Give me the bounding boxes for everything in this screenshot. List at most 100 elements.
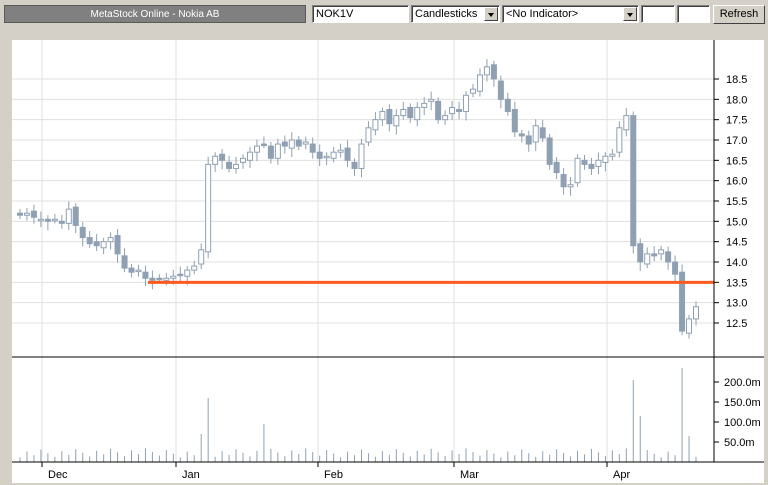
month-label: Apr <box>613 469 630 481</box>
price-tick-label: 15.0 <box>726 216 747 228</box>
month-label: Jan <box>182 469 200 481</box>
volume-bars <box>19 368 697 462</box>
candles <box>17 59 699 339</box>
candle-body <box>490 64 497 80</box>
candle-body <box>72 206 79 226</box>
candle-body <box>212 155 219 165</box>
candle-body <box>553 161 560 174</box>
candle-body <box>518 133 525 137</box>
candle-body <box>267 145 274 159</box>
candle-body <box>93 241 100 247</box>
candle-body <box>483 66 490 76</box>
candle-body <box>435 100 442 121</box>
candle-body <box>274 143 281 159</box>
candle-body <box>240 157 247 163</box>
candle-body <box>135 269 142 273</box>
price-tick-label: 13.5 <box>726 277 747 289</box>
candle-body <box>191 265 198 271</box>
candle-body <box>295 139 302 147</box>
candle-body <box>281 141 288 147</box>
candle-body <box>581 159 588 165</box>
candle-body <box>79 226 86 239</box>
volume-tick-label: 100.0m <box>724 417 761 429</box>
candle-body <box>128 267 135 273</box>
candle-body <box>476 74 483 92</box>
candle-body <box>170 275 177 279</box>
candle-body <box>177 273 184 277</box>
candle-body <box>386 109 393 125</box>
candle-body <box>37 218 44 222</box>
candle-body <box>330 151 337 159</box>
candle-body <box>672 261 679 275</box>
candle-body <box>44 218 51 222</box>
candle-body <box>351 161 358 169</box>
candle-body <box>365 127 372 143</box>
candle-body <box>609 153 616 157</box>
candle-body <box>65 208 72 224</box>
candle-body <box>30 210 37 218</box>
candle-body <box>539 127 546 139</box>
price-tick-labels: 12.5 13.0 13.5 14.0 14.5 15.0 15.5 16.0 16.5 17.0… <box>714 74 747 330</box>
candle-body <box>504 98 511 113</box>
candle-body <box>616 127 623 153</box>
candle-body <box>630 115 637 247</box>
candle-body <box>379 111 386 121</box>
candle-body <box>316 151 323 159</box>
price-tick-label: 16.5 <box>726 155 747 167</box>
candle-body <box>393 115 400 127</box>
candle-body <box>469 88 476 94</box>
price-tick-label: 15.5 <box>726 196 747 208</box>
price-tick-label: 14.5 <box>726 237 747 249</box>
candle-body <box>23 212 30 216</box>
candle-body <box>107 237 114 243</box>
month-labels: Dec Jan Feb Mar Apr <box>41 462 630 481</box>
candle-body <box>372 119 379 131</box>
candle-body <box>546 137 553 165</box>
candle-body <box>86 237 93 245</box>
candle-body <box>288 139 295 149</box>
volume-tick-label: 150.0m <box>724 397 761 409</box>
volume-tick-label: 200.0m <box>724 377 761 389</box>
candle-body <box>302 141 309 145</box>
candle-body <box>421 102 428 108</box>
month-label: Feb <box>324 469 343 481</box>
volume-tick-label: 50.0m <box>724 437 755 449</box>
candle-body <box>400 109 407 117</box>
candle-body <box>414 106 421 121</box>
candle-body <box>567 184 574 188</box>
candle-body <box>58 220 65 224</box>
candle-body <box>121 255 128 269</box>
candle-body <box>323 155 330 159</box>
candle-body <box>253 145 260 153</box>
candle-body <box>226 161 233 169</box>
candle-body <box>246 151 253 161</box>
candle-body <box>644 253 651 265</box>
price-tick-label: 14.0 <box>726 257 747 269</box>
candle-body <box>163 277 170 281</box>
candle-body <box>428 98 435 102</box>
candle-body <box>205 163 212 253</box>
month-label: Dec <box>48 469 68 481</box>
candle-body <box>358 143 365 169</box>
candle-body <box>595 159 602 167</box>
volume-tick-labels: 200.0m 150.0m 100.0m 50.0m <box>714 377 761 449</box>
candle-body <box>337 149 344 153</box>
candle-body <box>442 115 449 121</box>
candle-body <box>665 251 672 263</box>
candle-body <box>588 163 595 169</box>
price-tick-label: 17.5 <box>726 115 747 127</box>
candle-body <box>219 153 226 161</box>
candle-body <box>463 94 470 113</box>
candle-body <box>456 109 463 113</box>
candle-body <box>651 253 658 257</box>
candle-body <box>309 143 316 153</box>
stock-chart: 12.5 13.0 13.5 14.0 14.5 15.0 15.5 16.0 16.5 17.0… <box>12 40 764 481</box>
candle-body <box>51 218 58 222</box>
price-tick-label: 18.0 <box>726 94 747 106</box>
candle-body <box>156 277 163 281</box>
candle-body <box>560 174 567 188</box>
candle-body <box>658 249 665 255</box>
candle-body <box>623 115 630 131</box>
candle-body <box>142 271 149 279</box>
candle-body <box>198 249 205 265</box>
